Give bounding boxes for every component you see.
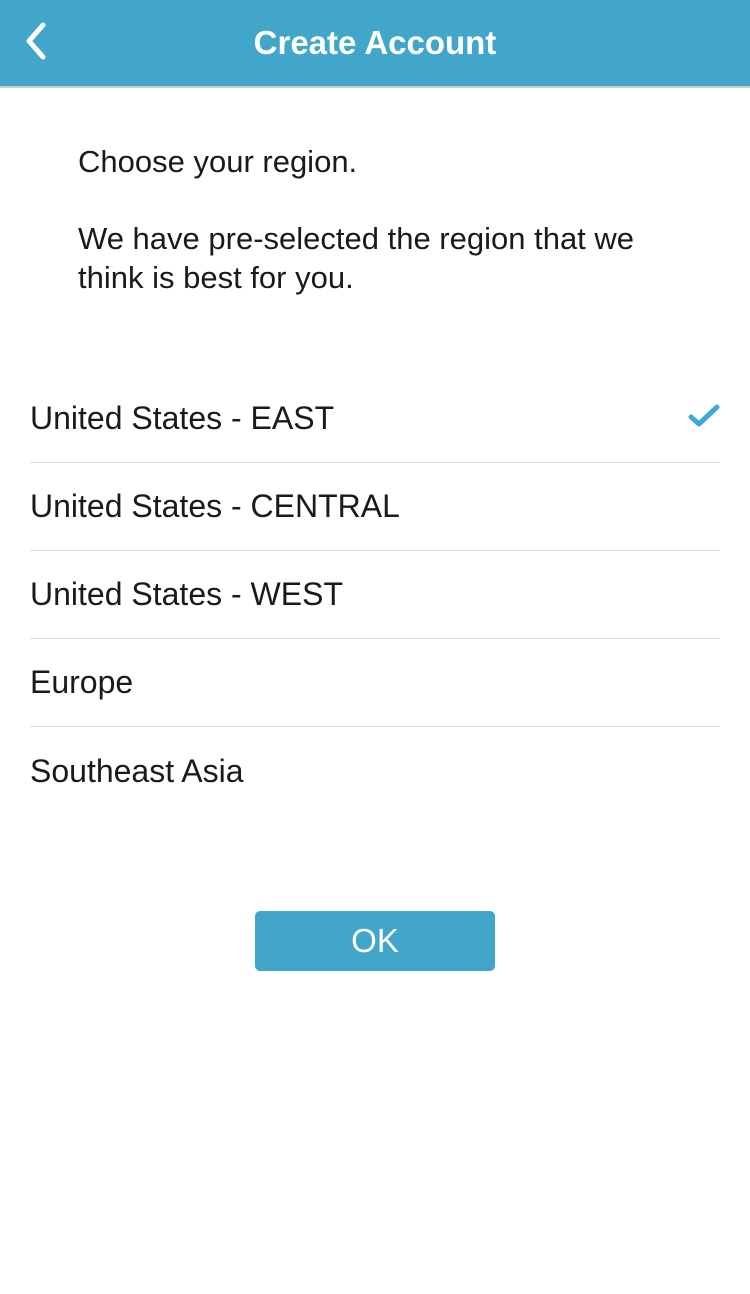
region-label: United States - CENTRAL: [30, 488, 400, 525]
region-list: United States - EAST United States - CEN…: [0, 375, 750, 815]
chevron-left-icon: [25, 22, 47, 65]
ok-container: OK: [0, 911, 750, 971]
region-item-us-central[interactable]: United States - CENTRAL: [30, 463, 720, 551]
back-button[interactable]: [16, 18, 56, 68]
header: Create Account: [0, 0, 750, 88]
intro-line-2: We have pre-selected the region that we …: [78, 220, 672, 298]
region-label: Europe: [30, 664, 133, 701]
region-label: Southeast Asia: [30, 753, 243, 790]
region-item-us-east[interactable]: United States - EAST: [30, 375, 720, 463]
ok-button[interactable]: OK: [255, 911, 495, 971]
region-item-us-west[interactable]: United States - WEST: [30, 551, 720, 639]
page-title: Create Account: [254, 24, 497, 62]
region-label: United States - EAST: [30, 400, 334, 437]
region-item-southeast-asia[interactable]: Southeast Asia: [30, 727, 720, 815]
region-item-europe[interactable]: Europe: [30, 639, 720, 727]
intro-text: Choose your region. We have pre-selected…: [0, 88, 750, 297]
region-label: United States - WEST: [30, 576, 343, 613]
check-icon: [688, 404, 720, 433]
intro-line-1: Choose your region.: [78, 143, 672, 182]
